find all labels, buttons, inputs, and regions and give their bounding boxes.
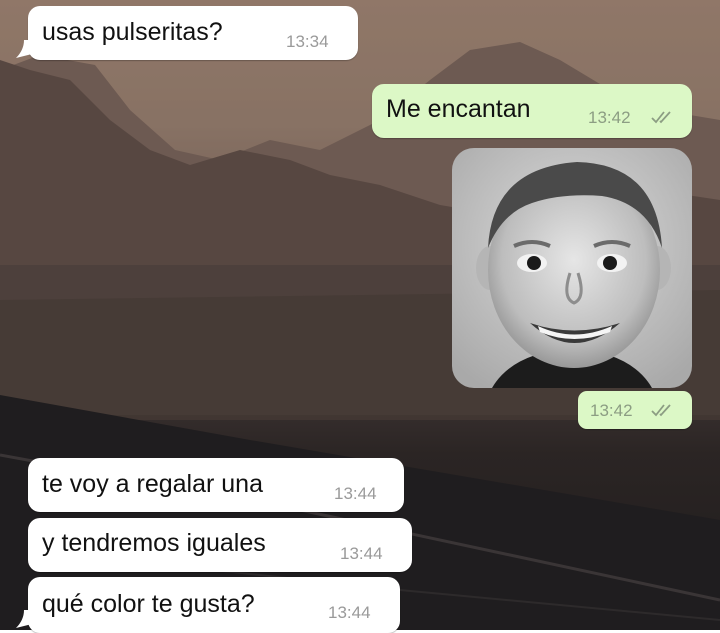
message-bubble-incoming[interactable]: qué color te gusta? 13:44 (28, 577, 400, 633)
read-double-check-icon (651, 404, 671, 417)
read-double-check-icon (651, 111, 671, 124)
message-bubble-incoming[interactable]: te voy a regalar una 13:44 (28, 458, 404, 512)
child-portrait-image (452, 148, 692, 388)
message-text: y tendremos iguales (42, 529, 266, 557)
bubble-tail-icon (16, 610, 32, 628)
message-text: qué color te gusta? (42, 590, 255, 618)
message-time: 13:44 (328, 603, 371, 622)
message-text: usas pulseritas? (42, 18, 223, 46)
message-bubble-outgoing[interactable]: Me encantan 13:42 (372, 84, 692, 138)
shared-photo[interactable] (452, 148, 692, 388)
message-time: 13:34 (286, 32, 329, 51)
message-text: te voy a regalar una (42, 470, 263, 498)
photo-time-badge: 13:42 (578, 391, 692, 429)
bubble-tail-icon (16, 40, 32, 58)
message-text: Me encantan (386, 95, 531, 123)
message-time: 13:42 (588, 108, 631, 127)
message-time: 13:44 (334, 484, 377, 503)
message-bubble-incoming[interactable]: y tendremos iguales 13:44 (28, 518, 412, 572)
message-time: 13:44 (340, 544, 383, 563)
message-bubble-incoming[interactable]: usas pulseritas? 13:34 (28, 6, 358, 60)
message-time: 13:42 (590, 401, 633, 420)
